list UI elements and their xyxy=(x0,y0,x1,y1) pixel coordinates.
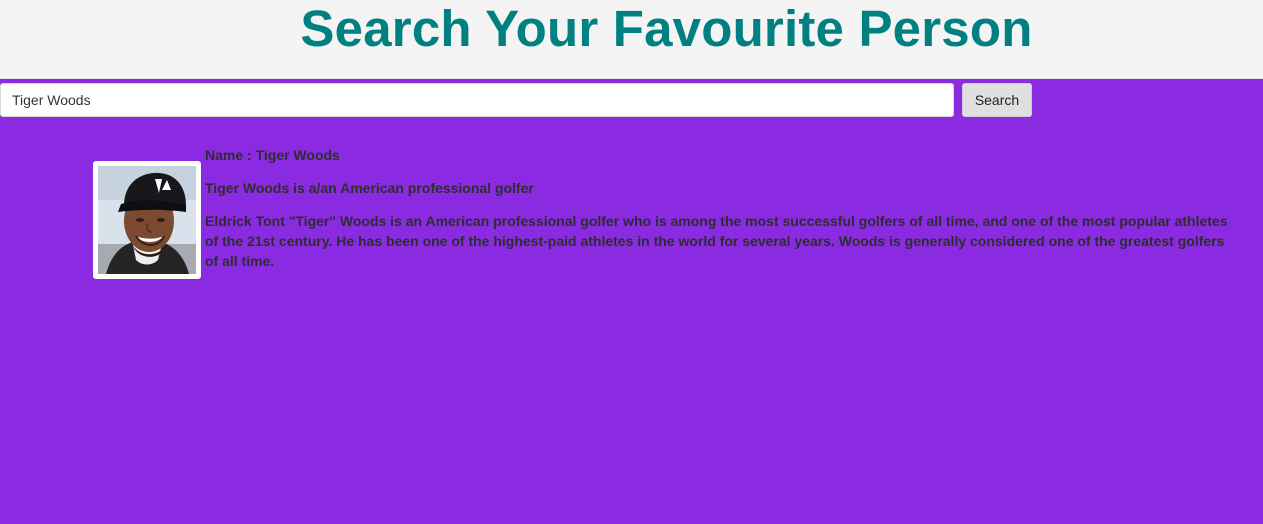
person-result-card: Name : Tiger Woods Tiger Woods is a/an A… xyxy=(93,144,1233,284)
page-header: Search Your Favourite Person xyxy=(0,0,1263,79)
profile-photo xyxy=(98,166,196,274)
page-title: Search Your Favourite Person xyxy=(300,0,1033,57)
person-description: Eldrick Tont "Tiger" Woods is an America… xyxy=(205,213,1228,269)
profile-photo-frame xyxy=(93,161,201,279)
search-button[interactable]: Search xyxy=(962,83,1032,117)
person-summary: Tiger Woods is a/an American professiona… xyxy=(205,180,534,196)
person-name: Name : Tiger Woods xyxy=(205,147,340,163)
search-input[interactable] xyxy=(0,83,954,117)
